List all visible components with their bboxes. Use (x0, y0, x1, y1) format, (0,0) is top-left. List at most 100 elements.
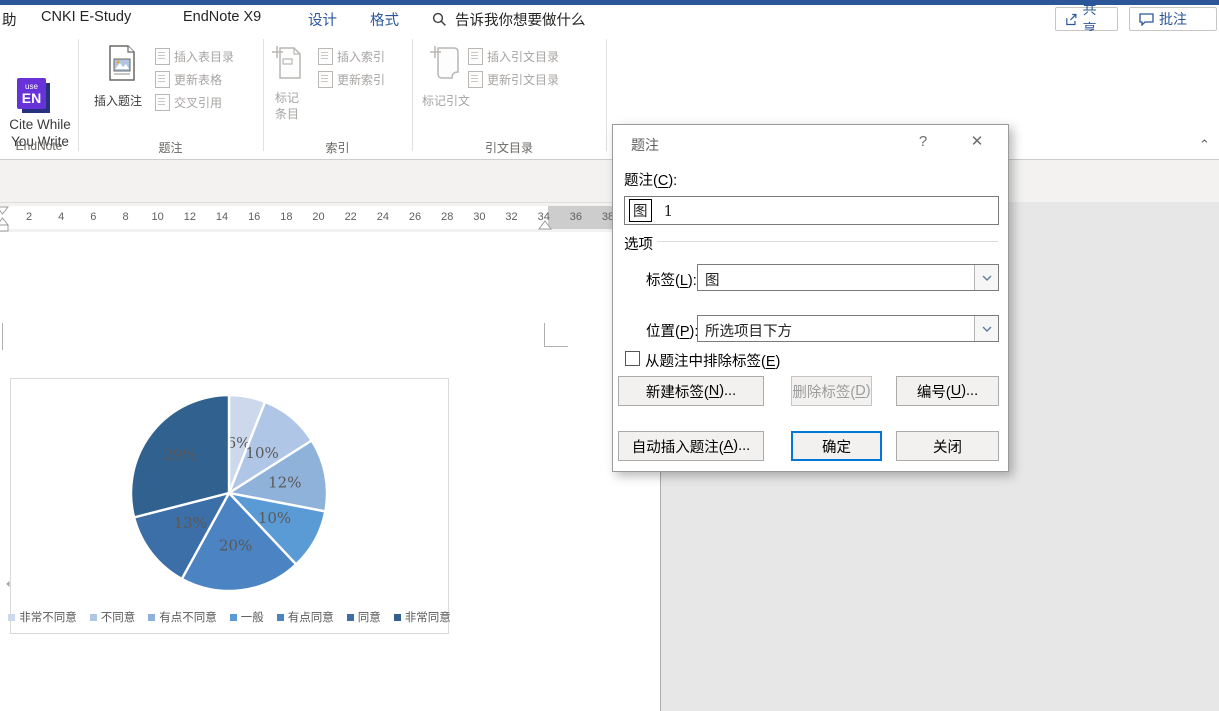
update-index-icon (318, 71, 333, 88)
pie-data-label: 13% (174, 514, 207, 532)
ribbon: use EN Cite While You Write EndNote 插入题注… (0, 31, 1219, 160)
group-separator (263, 39, 264, 151)
ruler-number: 14 (216, 211, 228, 223)
update-toa-button: 更新引文目录 (468, 71, 559, 88)
pie-chart-object[interactable]: 6%10%12%10%20%13%29% 非常不同意不同意有点不同意一般有点同意… (10, 378, 449, 634)
legend-marker (394, 614, 401, 621)
endnote-logo-icon[interactable]: use EN (17, 78, 46, 109)
label-dropdown-button[interactable] (974, 265, 998, 290)
legend-marker (148, 614, 155, 621)
tab-endnote-x9[interactable]: EndNote X9 (183, 9, 261, 25)
endnote-logo-en: EN (22, 91, 41, 105)
close-button[interactable]: 关闭 (896, 431, 999, 461)
insert-toa-button: 插入引文目录 (468, 48, 559, 65)
group-label-index: 索引 (263, 139, 412, 156)
pie-chart[interactable]: 6%10%12%10%20%13%29% (11, 379, 448, 611)
group-separator (412, 39, 413, 151)
legend-label: 有点不同意 (159, 609, 217, 625)
caption-field-label: 题注(C): (624, 169, 677, 190)
label-dropdown-value: 图 (705, 269, 720, 290)
search-icon (432, 12, 447, 27)
group-label-captions: 题注 (78, 139, 263, 156)
ruler-number: 6 (90, 211, 96, 223)
group-separator (606, 39, 607, 151)
update-toa-label: 更新引文目录 (487, 71, 559, 88)
group-label-toa: 引文目录 (412, 139, 606, 156)
exclude-label-text: 从题注中排除标签(E) (645, 350, 780, 371)
pie-data-label: 20% (219, 537, 252, 555)
mark-entry-icon (272, 45, 302, 81)
caption-input[interactable]: 图 1 (624, 196, 999, 225)
indent-markers-icon[interactable] (0, 206, 9, 232)
insert-index-label: 插入索引 (337, 48, 385, 65)
cross-reference-icon (155, 94, 170, 111)
position-dropdown[interactable]: 所选项目下方 (697, 315, 999, 342)
insert-toa-label: 插入引文目录 (487, 48, 559, 65)
share-button[interactable]: 共享 (1055, 7, 1118, 31)
tab-format[interactable]: 格式 (370, 9, 399, 30)
pie-data-label: 10% (245, 444, 278, 462)
numbering-button[interactable]: 编号(U)... (896, 376, 999, 406)
mark-citation-icon (430, 45, 462, 83)
insert-index-icon (318, 48, 333, 65)
insert-toa-icon (468, 48, 483, 65)
ribbon-tab-row: 助 CNKI E-Study EndNote X9 设计 格式 告诉我你想要做什… (0, 5, 1219, 31)
update-table-button: 更新表格 (155, 71, 222, 88)
legend-item: 有点同意 (277, 609, 334, 625)
caption-tag: 图 (629, 199, 652, 222)
comments-button[interactable]: 批注 (1129, 7, 1217, 31)
margin-crop-mark (544, 323, 545, 347)
tab-help-partial[interactable]: 助 (2, 9, 17, 30)
legend-marker (347, 614, 354, 621)
ruler-text-area (0, 206, 548, 229)
new-label-button[interactable]: 新建标签(N)... (618, 376, 764, 406)
ruler-number: 16 (248, 211, 260, 223)
legend-label: 非常不同意 (19, 609, 77, 625)
help-icon[interactable]: ? (913, 133, 933, 150)
insert-table-of-figures-button: 插入表目录 (155, 48, 234, 65)
tab-cnki-estudy[interactable]: CNKI E-Study (41, 9, 131, 25)
position-dropdown-button[interactable] (974, 316, 998, 341)
ruler-number: 4 (58, 211, 64, 223)
close-icon[interactable]: ✕ (965, 132, 989, 150)
group-label-endnote: EndNote (0, 139, 78, 153)
options-group-label: 选项 (624, 233, 653, 254)
legend-item: 同意 (347, 609, 381, 625)
tell-me-search[interactable]: 告诉我你想要做什么 (432, 9, 586, 30)
word-window: 助 CNKI E-Study EndNote X9 设计 格式 告诉我你想要做什… (0, 0, 1219, 711)
cross-reference-label: 交叉引用 (174, 94, 222, 111)
margin-crop-mark (2, 323, 3, 350)
legend-label: 一般 (241, 609, 264, 625)
insert-caption-icon (106, 45, 138, 83)
legend-item: 有点不同意 (148, 609, 217, 625)
ruler-number: 28 (441, 211, 453, 223)
legend-label: 非常同意 (405, 609, 451, 625)
legend-label: 有点同意 (288, 609, 334, 625)
legend-marker (277, 614, 284, 621)
caption-number: 1 (664, 202, 674, 220)
dialog-title: 题注 (631, 135, 659, 155)
ruler-number: 2 (26, 211, 32, 223)
update-index-button: 更新索引 (318, 71, 385, 88)
collapse-ribbon-icon[interactable]: ⌃ (1199, 137, 1210, 153)
legend-marker (8, 614, 15, 621)
search-label: 告诉我你想要做什么 (455, 9, 586, 30)
insert-caption-label: 插入题注 (82, 92, 154, 109)
below-ribbon-band (0, 160, 1219, 203)
ruler-number: 12 (184, 211, 196, 223)
pie-data-label: 10% (258, 509, 291, 527)
caption-dialog[interactable]: 题注 ? ✕ 题注(C): 图 1 选项 标签(L): 图 位置(P): 所选项… (612, 124, 1009, 472)
ruler-number: 24 (377, 211, 389, 223)
comments-label: 批注 (1159, 9, 1187, 29)
pie-data-label: 12% (268, 473, 301, 491)
ok-button[interactable]: 确定 (791, 431, 882, 461)
table-of-figures-icon (155, 48, 170, 65)
exclude-label-checkbox[interactable] (625, 351, 640, 366)
label-field-label: 标签(L): (646, 269, 697, 290)
tab-design[interactable]: 设计 (308, 9, 337, 30)
ruler-number: 10 (152, 211, 164, 223)
auto-caption-button[interactable]: 自动插入题注(A)... (618, 431, 764, 461)
right-indent-marker-icon[interactable] (538, 220, 552, 230)
label-dropdown[interactable]: 图 (697, 264, 999, 291)
cross-reference-button: 交叉引用 (155, 94, 222, 111)
